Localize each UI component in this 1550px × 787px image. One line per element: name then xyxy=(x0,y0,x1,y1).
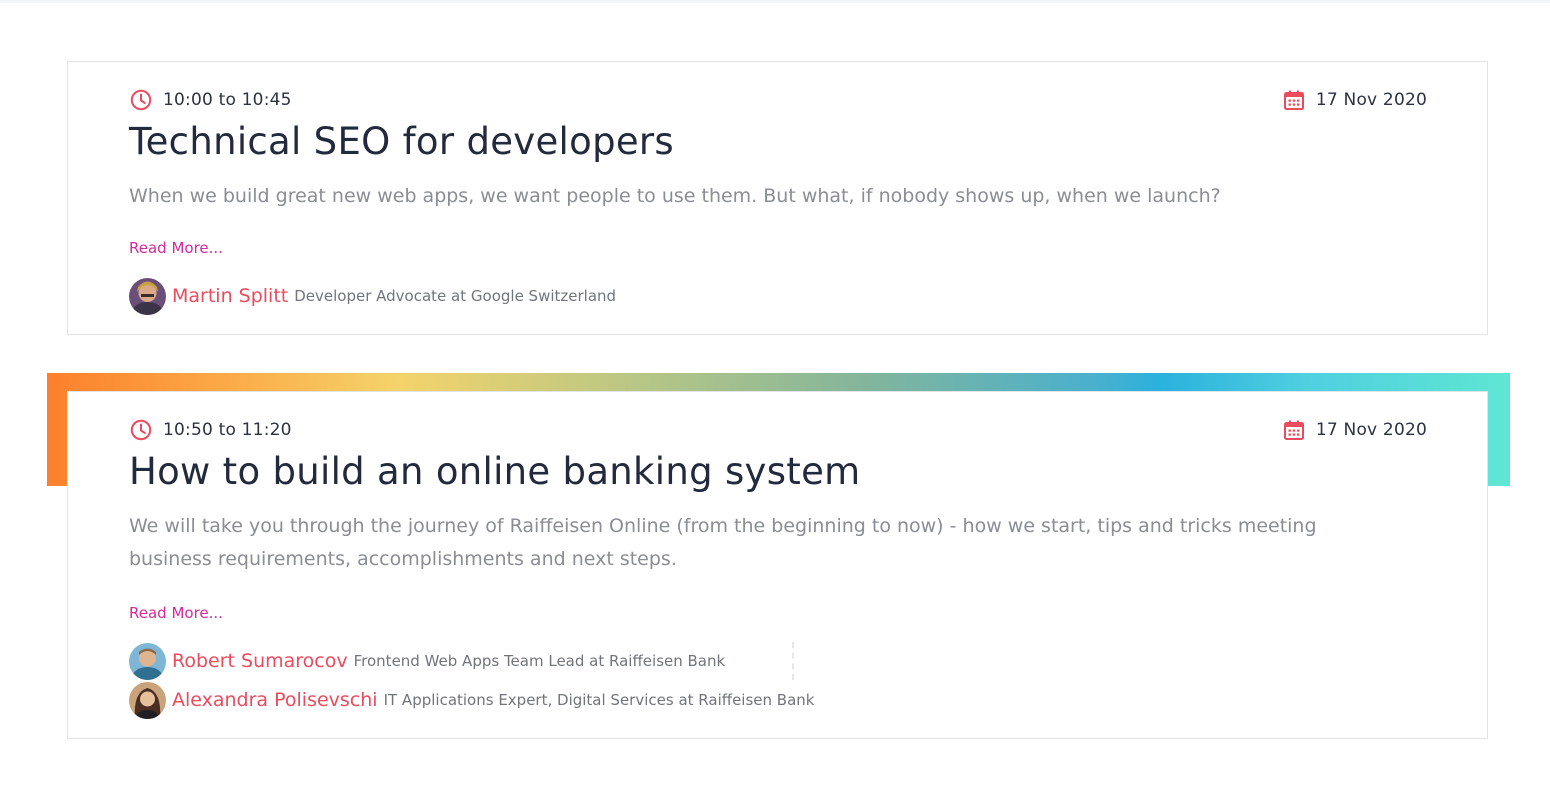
session-card-highlighted: 10:50 to 11:20 17 Nov 2020 How to build … xyxy=(67,391,1488,739)
session-time-text: 10:00 to 10:45 xyxy=(163,90,292,110)
speaker-role: Frontend Web Apps Team Lead at Raiffeise… xyxy=(353,652,726,670)
session-meta: 10:50 to 11:20 17 Nov 2020 xyxy=(129,418,1427,442)
read-more-link[interactable]: Read More... xyxy=(129,239,223,257)
session-time: 10:00 to 10:45 xyxy=(129,88,292,112)
speaker-name[interactable]: Alexandra Polisevschi xyxy=(172,689,378,711)
speaker-divider xyxy=(792,642,794,680)
read-more-link[interactable]: Read More... xyxy=(129,604,223,622)
session-title[interactable]: Technical SEO for developers xyxy=(129,120,674,163)
session-description: We will take you through the journey of … xyxy=(129,515,1317,570)
session-date-text: 17 Nov 2020 xyxy=(1315,420,1427,440)
session-title[interactable]: How to build an online banking system xyxy=(129,450,861,493)
session-card: 10:00 to 10:45 17 Nov 2020 Technical SEO… xyxy=(67,61,1488,335)
session-date-text: 17 Nov 2020 xyxy=(1315,90,1427,110)
speaker-avatar[interactable] xyxy=(129,681,166,719)
top-rule xyxy=(0,0,1550,3)
speaker-name[interactable]: Robert Sumarocov xyxy=(172,650,348,672)
session-date: 17 Nov 2020 xyxy=(1282,88,1427,112)
speaker: Robert Sumarocov Frontend Web Apps Team … xyxy=(129,642,725,680)
speaker-name[interactable]: Martin Splitt xyxy=(172,285,288,307)
session-description: When we build great new web apps, we wan… xyxy=(129,185,1221,207)
speaker-role: Developer Advocate at Google Switzerland xyxy=(294,287,617,305)
clock-icon xyxy=(129,88,153,112)
session-date: 17 Nov 2020 xyxy=(1282,418,1427,442)
session-time-text: 10:50 to 11:20 xyxy=(163,420,292,440)
calendar-icon xyxy=(1282,88,1306,112)
speaker-avatar[interactable] xyxy=(129,642,166,680)
speaker-role: IT Applications Expert, Digital Services… xyxy=(383,691,815,709)
agenda-page: 10:00 to 10:45 17 Nov 2020 Technical SEO… xyxy=(0,0,1550,787)
session-meta: 10:00 to 10:45 17 Nov 2020 xyxy=(129,88,1427,112)
calendar-icon xyxy=(1282,418,1306,442)
speaker-avatar[interactable] xyxy=(129,277,166,315)
speaker: Martin Splitt Developer Advocate at Goog… xyxy=(129,277,616,315)
speaker: Alexandra Polisevschi IT Applications Ex… xyxy=(129,681,814,719)
clock-icon xyxy=(129,418,153,442)
session-time: 10:50 to 11:20 xyxy=(129,418,292,442)
